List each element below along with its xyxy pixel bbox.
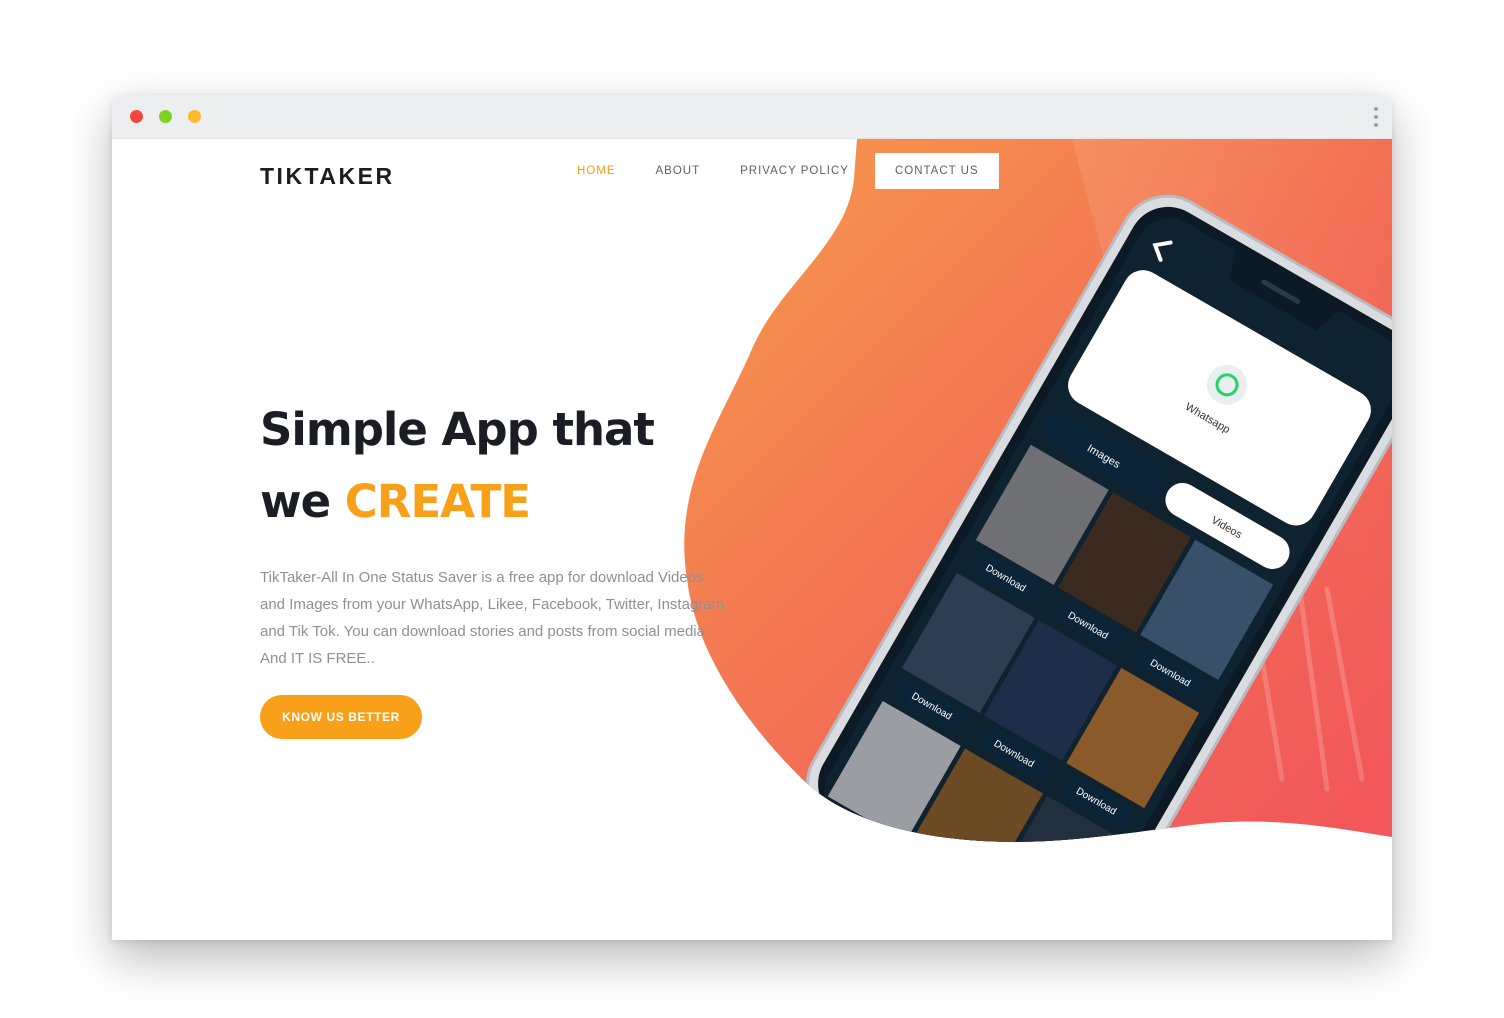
maximize-window-button[interactable] [188,110,201,123]
nav-contact-us[interactable]: CONTACT US [874,153,999,189]
close-window-button[interactable] [130,110,143,123]
nav-about[interactable]: ABOUT [636,153,721,189]
kebab-menu-icon[interactable] [1372,105,1380,129]
nav-privacy-policy[interactable]: PRIVACY POLICY [720,153,869,189]
hero-title-accent: CREATE [344,475,531,528]
minimize-window-button[interactable] [159,110,172,123]
browser-window: TIKTAKER HOME ABOUT PRIVACY POLICY CONTA… [112,95,1392,940]
browser-titlebar [112,95,1392,139]
landing-page: TIKTAKER HOME ABOUT PRIVACY POLICY CONTA… [112,139,1392,940]
hero-gradient-blob [684,139,1392,842]
know-us-better-button[interactable]: KNOW US BETTER [260,695,422,739]
hero-title-line1: Simple App that [260,403,655,456]
hero-description: TikTaker-All In One Status Saver is a fr… [260,569,725,667]
nav-home[interactable]: HOME [557,153,636,189]
hero-title-prefix: we [260,475,331,528]
main-nav: HOME ABOUT PRIVACY POLICY CONTACT US [557,153,999,191]
hero-title-line2: we CREATE [260,466,654,538]
site-logo[interactable]: TIKTAKER [260,163,395,190]
hero-headline: Simple App that we CREATE [260,394,655,538]
